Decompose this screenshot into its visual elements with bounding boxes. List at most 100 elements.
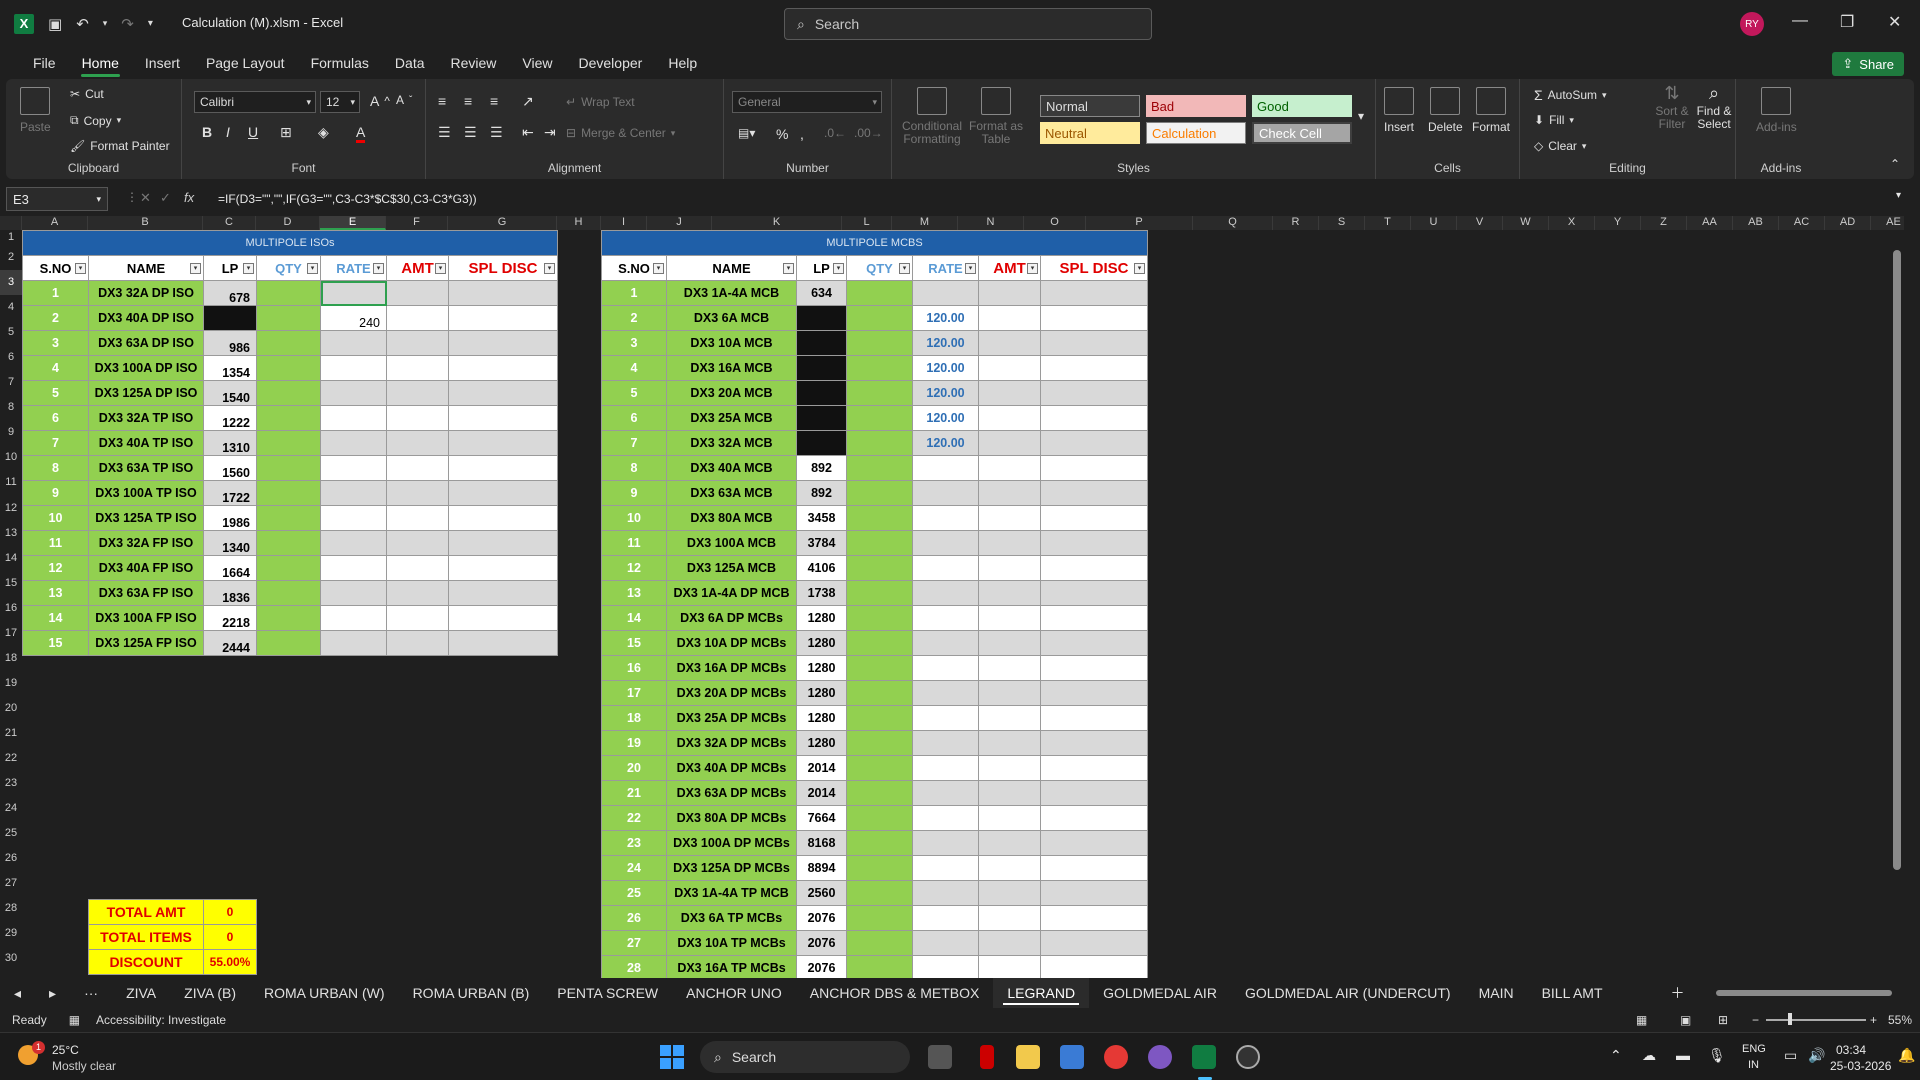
rate-cell[interactable] bbox=[912, 505, 979, 531]
filter-dropdown-icon[interactable]: ▾ bbox=[653, 263, 664, 274]
rate-cell[interactable] bbox=[320, 505, 387, 531]
spl-disc-cell[interactable] bbox=[1040, 605, 1148, 631]
qty-cell[interactable] bbox=[846, 405, 913, 431]
row-header[interactable]: 8 bbox=[0, 395, 22, 420]
column-header[interactable]: AB bbox=[1733, 216, 1779, 230]
lp-cell[interactable]: 2076 bbox=[796, 930, 847, 956]
filter-dropdown-icon[interactable]: ▾ bbox=[1027, 263, 1038, 274]
spl-disc-cell[interactable] bbox=[1040, 705, 1148, 731]
sheet-tab[interactable]: GOLDMEDAL AIR (UNDERCUT) bbox=[1231, 978, 1465, 1008]
sno-cell[interactable]: 10 bbox=[22, 505, 89, 531]
chrome-icon[interactable] bbox=[1104, 1045, 1128, 1069]
rate-cell[interactable] bbox=[320, 555, 387, 581]
copy-button[interactable]: ⧉ Copy ▾ bbox=[70, 113, 121, 128]
avatar[interactable]: RY bbox=[1740, 12, 1764, 36]
style-good[interactable]: Good bbox=[1252, 95, 1352, 117]
number-format-select[interactable]: General ▾ bbox=[732, 91, 882, 113]
zoom-out-icon[interactable]: − bbox=[1752, 1013, 1759, 1027]
taskbar-search[interactable]: ⌕ Search bbox=[700, 1041, 910, 1073]
amt-cell[interactable] bbox=[386, 380, 449, 406]
sno-cell[interactable]: 4 bbox=[22, 355, 89, 381]
lp-cell[interactable]: 1280 bbox=[796, 730, 847, 756]
name-cell[interactable]: DX3 20A MCB bbox=[666, 380, 797, 406]
name-cell[interactable]: DX3 40A DP MCBs bbox=[666, 755, 797, 781]
lp-cell[interactable] bbox=[796, 430, 847, 456]
comma-icon[interactable]: , bbox=[800, 126, 804, 142]
amt-cell[interactable] bbox=[386, 555, 449, 581]
rate-cell[interactable] bbox=[912, 930, 979, 956]
column-header[interactable]: I bbox=[601, 216, 647, 230]
sno-cell[interactable]: 12 bbox=[601, 555, 667, 581]
tab-scroll-left-icon[interactable]: ◂ bbox=[0, 978, 35, 1008]
name-cell[interactable]: DX3 25A MCB bbox=[666, 405, 797, 431]
amt-cell[interactable] bbox=[386, 480, 449, 506]
qty-cell[interactable] bbox=[256, 630, 321, 656]
rate-cell[interactable] bbox=[320, 580, 387, 606]
spl-disc-cell[interactable] bbox=[448, 330, 558, 356]
qty-cell[interactable] bbox=[846, 455, 913, 481]
spl-disc-cell[interactable] bbox=[1040, 830, 1148, 856]
spl-disc-cell[interactable] bbox=[448, 430, 558, 456]
spl-disc-cell[interactable] bbox=[1040, 780, 1148, 806]
lp-cell[interactable]: 1836 bbox=[203, 580, 257, 606]
amt-cell[interactable] bbox=[978, 455, 1041, 481]
qty-cell[interactable] bbox=[846, 280, 913, 306]
rate-cell[interactable] bbox=[912, 455, 979, 481]
column-header[interactable]: Z bbox=[1641, 216, 1687, 230]
clock-date[interactable]: 25-03-2026 bbox=[1830, 1059, 1891, 1073]
tab-developer[interactable]: Developer bbox=[566, 47, 656, 79]
column-header[interactable]: W bbox=[1503, 216, 1549, 230]
qty-cell[interactable] bbox=[846, 330, 913, 356]
cancel-icon[interactable]: ✕ bbox=[140, 190, 151, 206]
qty-cell[interactable] bbox=[256, 505, 321, 531]
rate-cell[interactable]: 120.00 bbox=[912, 330, 979, 356]
rate-cell[interactable] bbox=[912, 880, 979, 906]
amt-cell[interactable] bbox=[978, 505, 1041, 531]
worksheet-grid[interactable]: ABCDEFGHIJKLMNOPQRSTUVWXYZAAABACADAEAFAG… bbox=[0, 216, 1904, 978]
spl-disc-cell[interactable] bbox=[1040, 280, 1148, 306]
amt-cell[interactable] bbox=[978, 280, 1041, 306]
column-header[interactable]: K bbox=[712, 216, 842, 230]
rate-cell[interactable] bbox=[912, 580, 979, 606]
search-box[interactable]: ⌕ Search bbox=[784, 8, 1152, 40]
horizontal-scroll-thumb[interactable] bbox=[1716, 990, 1892, 996]
percent-icon[interactable]: % bbox=[776, 126, 788, 142]
clear-button[interactable]: ◇ Clear ▾ bbox=[1534, 139, 1586, 153]
filter-dropdown-icon[interactable]: ▾ bbox=[1134, 263, 1145, 274]
rate-cell[interactable] bbox=[912, 280, 979, 306]
column-header[interactable]: S bbox=[1319, 216, 1365, 230]
qty-cell[interactable] bbox=[846, 955, 913, 978]
insert-function-icon[interactable]: fx bbox=[184, 190, 194, 205]
summary-label[interactable]: TOTAL AMT bbox=[88, 899, 204, 925]
borders-icon[interactable]: ⊞ bbox=[280, 124, 292, 141]
amt-cell[interactable] bbox=[386, 605, 449, 631]
rate-cell[interactable] bbox=[320, 405, 387, 431]
currency-icon[interactable]: ▤▾ bbox=[738, 126, 755, 140]
amt-cell[interactable] bbox=[386, 330, 449, 356]
lp-cell[interactable]: 8168 bbox=[796, 830, 847, 856]
tab-formulas[interactable]: Formulas bbox=[298, 47, 382, 79]
spl-disc-cell[interactable] bbox=[448, 380, 558, 406]
summary-label[interactable]: DISCOUNT bbox=[88, 949, 204, 975]
name-cell[interactable]: DX3 40A DP ISO bbox=[88, 305, 204, 331]
lp-cell[interactable]: 892 bbox=[796, 455, 847, 481]
orientation-icon[interactable]: ↗ bbox=[522, 93, 534, 110]
rate-cell[interactable] bbox=[912, 655, 979, 681]
column-header[interactable]: X bbox=[1549, 216, 1595, 230]
name-cell[interactable]: DX3 80A DP MCBs bbox=[666, 805, 797, 831]
name-box[interactable]: E3 ▾ bbox=[6, 187, 108, 211]
mcb-header-cell[interactable]: NAME ▾ bbox=[666, 255, 797, 281]
sno-cell[interactable]: 19 bbox=[601, 730, 667, 756]
page-break-view-icon[interactable]: ⊞ bbox=[1718, 1013, 1728, 1027]
amt-cell[interactable] bbox=[978, 830, 1041, 856]
format-painter-button[interactable]: 🖌 Format Painter bbox=[70, 139, 170, 153]
qty-cell[interactable] bbox=[256, 305, 321, 331]
shrink-font-icon[interactable]: Aˇ bbox=[396, 93, 412, 107]
amt-cell[interactable] bbox=[978, 680, 1041, 706]
spl-disc-cell[interactable] bbox=[1040, 355, 1148, 381]
qty-cell[interactable] bbox=[256, 455, 321, 481]
name-cell[interactable]: DX3 125A DP ISO bbox=[88, 380, 204, 406]
sno-cell[interactable]: 9 bbox=[601, 480, 667, 506]
name-cell[interactable]: DX3 32A FP ISO bbox=[88, 530, 204, 556]
amt-cell[interactable] bbox=[978, 880, 1041, 906]
